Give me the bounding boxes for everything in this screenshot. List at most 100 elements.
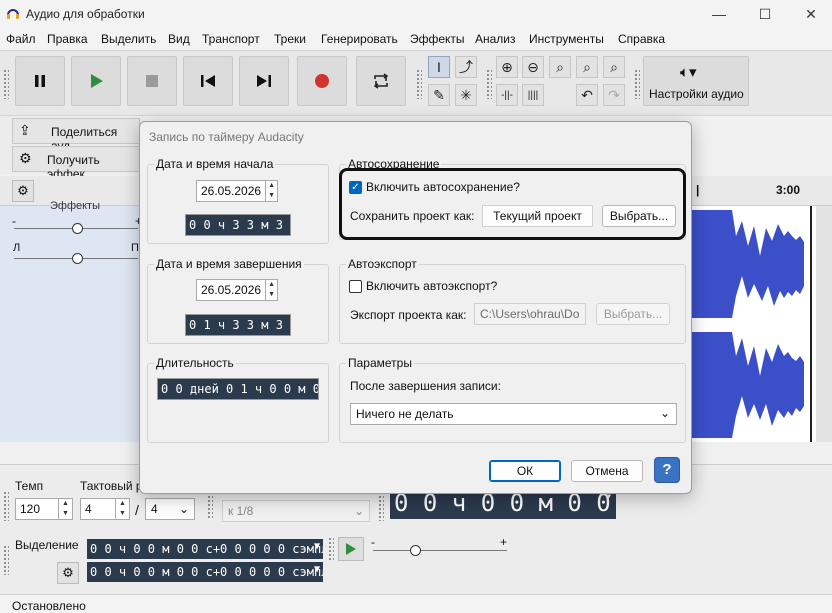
spin-up-icon[interactable]: ▲: [266, 181, 277, 191]
menu-select[interactable]: Выделить: [101, 32, 156, 46]
after-recording-select[interactable]: Ничего не делать ⌄: [350, 403, 677, 425]
pan-right-label: П: [131, 242, 139, 254]
timeline-ruler[interactable]: | 3:00: [692, 176, 832, 206]
help-button[interactable]: ?: [654, 457, 680, 483]
tempo-label: Темп: [15, 479, 44, 493]
fit-project-button[interactable]: ⌕: [576, 56, 598, 78]
spin-down-icon[interactable]: ▼: [266, 191, 277, 201]
tempo-down-icon[interactable]: ▼: [59, 509, 72, 519]
toolbar-grip[interactable]: [3, 491, 9, 521]
loop-button[interactable]: [356, 56, 406, 106]
menu-effects[interactable]: Эффекты: [410, 32, 465, 46]
tempo-spinner[interactable]: 120 ▲ ▼: [15, 498, 73, 520]
selection-end-display[interactable]: 0 0 ч 0 0 м 0 0 с+0 0 0 0 0 сэмплов ▼: [87, 562, 323, 582]
selection-settings-button[interactable]: ⚙: [57, 562, 79, 584]
waveform-area[interactable]: [692, 206, 832, 442]
menu-view[interactable]: Вид: [168, 32, 190, 46]
spin-up-icon[interactable]: ▲: [266, 280, 277, 290]
toolbar-grip[interactable]: [207, 495, 213, 519]
minimize-button[interactable]: —: [704, 4, 734, 24]
pencil-icon: ✎: [433, 86, 445, 103]
toolbar-grip[interactable]: [328, 537, 334, 561]
start-time-field[interactable]: 0 0 ч 3 3 м 3 9 с: [185, 214, 291, 236]
toolbar-grip[interactable]: [3, 69, 9, 99]
pan-slider-handle[interactable]: [72, 253, 83, 264]
snap-select[interactable]: к 1/8 ⌄: [222, 500, 370, 522]
playback-speed-handle[interactable]: [410, 545, 421, 556]
autoexport-choose-button[interactable]: Выбрать...: [596, 303, 670, 325]
dropdown-icon[interactable]: ▼: [314, 541, 320, 552]
meter-numerator-value[interactable]: 4: [81, 499, 115, 519]
menu-tools[interactable]: Инструменты: [529, 32, 604, 46]
meter-up-icon[interactable]: ▲: [116, 499, 129, 509]
play-button[interactable]: [71, 56, 121, 106]
audio-setup-button[interactable]: 🔈︎▾ Настройки аудио: [643, 56, 749, 106]
maximize-button[interactable]: ☐: [750, 4, 780, 24]
end-time-field[interactable]: 0 1 ч 3 3 м 3 9 с: [185, 314, 291, 336]
silence-button[interactable]: ||||: [522, 84, 544, 106]
menu-edit[interactable]: Правка: [47, 32, 88, 46]
spin-down-icon[interactable]: ▼: [266, 290, 277, 300]
redo-button[interactable]: ↷: [603, 84, 625, 106]
autoexport-checkbox[interactable]: [349, 280, 362, 293]
speaker-icon: 🔈︎▾: [680, 64, 697, 81]
close-button[interactable]: ✕: [796, 4, 826, 24]
start-date-picker[interactable]: 26.05.2026 ▲ ▼: [196, 180, 278, 202]
toolbar-grip[interactable]: [634, 69, 640, 99]
end-time-value: 0 1 ч 3 3 м 3 9 с: [189, 318, 290, 332]
play-icon: [91, 74, 103, 88]
fit-selection-button[interactable]: ⌕: [549, 56, 571, 78]
menu-help[interactable]: Справка: [618, 32, 665, 46]
record-icon: [315, 74, 329, 88]
zoom-toggle-button[interactable]: ⌕: [603, 56, 625, 78]
gain-slider-handle[interactable]: [72, 223, 83, 234]
toolbar-grip[interactable]: [3, 545, 9, 575]
toolbar-grip[interactable]: [378, 491, 384, 521]
play-at-speed-button[interactable]: [338, 537, 364, 561]
trim-button[interactable]: -||-: [496, 84, 518, 106]
share-audio-button[interactable]: ⇪ Поделиться ауд: [12, 118, 140, 153]
start-date-value[interactable]: 26.05.2026: [197, 181, 265, 201]
toolbar-grip[interactable]: [486, 69, 492, 99]
menu-tracks[interactable]: Треки: [274, 32, 306, 46]
get-effects-button[interactable]: ⚙ Получить эффек: [12, 146, 140, 181]
meter-denominator-select[interactable]: 4 ⌄: [145, 498, 195, 520]
ok-button[interactable]: ОК: [489, 460, 561, 482]
i-beam-icon: I: [437, 59, 441, 75]
record-button[interactable]: [297, 56, 347, 106]
menu-file[interactable]: Файл: [6, 32, 36, 46]
track-effects-label[interactable]: Эффекты: [50, 200, 100, 212]
meter-down-icon[interactable]: ▼: [116, 509, 129, 519]
play-icon: [346, 543, 356, 555]
cancel-button[interactable]: Отмена: [571, 460, 643, 482]
menu-analyze[interactable]: Анализ: [475, 32, 516, 46]
dropdown-icon[interactable]: ▼: [314, 564, 320, 575]
selection-start-display[interactable]: 0 0 ч 0 0 м 0 0 с+0 0 0 0 0 сэмплов ▼: [87, 539, 323, 559]
end-date-picker[interactable]: 26.05.2026 ▲ ▼: [196, 279, 278, 301]
skip-start-button[interactable]: [183, 56, 233, 106]
end-date-value[interactable]: 26.05.2026: [197, 280, 265, 300]
autoexport-checkbox-label[interactable]: Включить автоэкспорт?: [366, 279, 497, 293]
menu-generate[interactable]: Генерировать: [321, 32, 398, 46]
zoom-in-button[interactable]: ⊕: [496, 56, 518, 78]
toolbar-grip[interactable]: [416, 69, 422, 99]
meter-numerator-spinner[interactable]: 4 ▲ ▼: [80, 498, 130, 520]
waveform-display: [692, 206, 832, 442]
skip-end-button[interactable]: [239, 56, 289, 106]
undo-button[interactable]: ↶: [576, 84, 598, 106]
envelope-tool-button[interactable]: ⤴: [455, 56, 477, 78]
tempo-up-icon[interactable]: ▲: [59, 499, 72, 509]
playback-speed-slider[interactable]: [373, 550, 507, 551]
menu-transport[interactable]: Транспорт: [202, 32, 260, 46]
timeline-settings-button[interactable]: ⚙: [12, 180, 34, 202]
export-path-field[interactable]: C:\Users\ohrau\Do: [474, 303, 586, 325]
tempo-value[interactable]: 120: [16, 499, 58, 519]
duration-field[interactable]: 0 0 дней 0 1 ч 0 0 м 0 0 с: [157, 378, 319, 400]
zoom-out-button[interactable]: ⊖: [522, 56, 544, 78]
multi-tool-button[interactable]: ✳: [455, 84, 477, 106]
stop-button[interactable]: [127, 56, 177, 106]
selection-tool-button[interactable]: I: [428, 56, 450, 78]
status-text: Остановлено: [12, 599, 86, 613]
pause-button[interactable]: [15, 56, 65, 106]
draw-tool-button[interactable]: ✎: [428, 84, 450, 106]
